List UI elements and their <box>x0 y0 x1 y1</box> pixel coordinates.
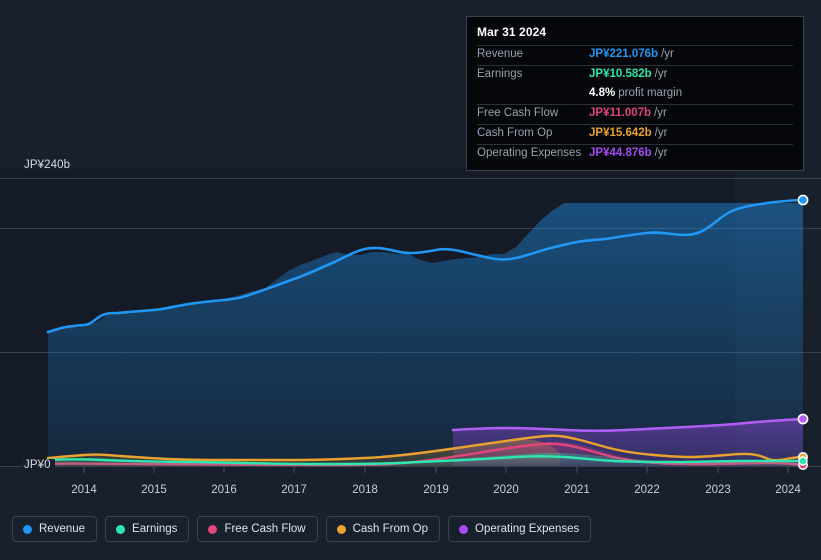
legend-dot-revenue-icon <box>23 524 32 534</box>
tooltip-row-operating-expenses: Operating Expenses JP¥44.876b /yr <box>477 144 793 164</box>
legend-dot-earnings-icon <box>116 524 126 534</box>
endpoint-operating-expenses <box>797 413 809 425</box>
legend-item-earnings[interactable]: Earnings <box>105 516 190 542</box>
tooltip-value-free-cash-flow: JP¥11.007b <box>589 107 652 119</box>
tooltip-value-cash-from-op: JP¥15.642b <box>589 127 652 139</box>
tooltip-value-operating-expenses: JP¥44.876b <box>589 147 652 159</box>
x-tick-2017: 2017 <box>281 484 307 496</box>
x-tick-2019: 2019 <box>423 484 449 496</box>
legend-item-operating-expenses[interactable]: Operating Expenses <box>448 516 592 542</box>
tooltip-row-cash-from-op: Cash From Op JP¥15.642b /yr <box>477 124 793 144</box>
endpoint-earnings <box>798 456 808 466</box>
x-tick-2015: 2015 <box>141 484 167 496</box>
endpoint-revenue <box>797 194 809 206</box>
y-axis-label-top: JP¥240b <box>22 159 75 171</box>
tooltip-value-profit-margin: 4.8% <box>589 87 616 99</box>
tooltip-value-earnings: JP¥10.582b <box>589 68 652 80</box>
x-tick-2021: 2021 <box>564 484 590 496</box>
tooltip-unit-earnings: /yr <box>654 68 668 80</box>
tooltip-key-cash-from-op: Cash From Op <box>477 127 553 139</box>
tooltip-row-earnings: Earnings JP¥10.582b /yr <box>477 65 793 85</box>
tooltip-label-profit-margin: profit margin <box>618 87 683 99</box>
legend-label-free-cash-flow: Free Cash Flow <box>224 523 306 535</box>
tooltip-unit-operating-expenses: /yr <box>654 147 668 159</box>
tooltip-key-revenue: Revenue <box>477 48 524 60</box>
chart-page: JP¥240b JP¥0 2014 2015 2016 2017 2018 20… <box>0 0 821 560</box>
x-tick-2024: 2024 <box>775 484 801 496</box>
chart-tooltip: Mar 31 2024 Revenue JP¥221.076b /yr Earn… <box>466 16 804 171</box>
legend-label-operating-expenses: Operating Expenses <box>475 523 580 535</box>
legend-item-free-cash-flow[interactable]: Free Cash Flow <box>197 516 318 542</box>
tooltip-key-operating-expenses: Operating Expenses <box>477 147 582 159</box>
tooltip-key-earnings: Earnings <box>477 68 523 80</box>
chart-legend: Revenue Earnings Free Cash Flow Cash Fro… <box>12 516 592 542</box>
legend-label-cash-from-op: Cash From Op <box>352 523 429 535</box>
tooltip-unit-free-cash-flow: /yr <box>654 107 667 119</box>
x-tick-2018: 2018 <box>352 484 378 496</box>
tooltip-row-profit-margin: 4.8% profit margin <box>477 85 793 104</box>
tooltip-unit-cash-from-op: /yr <box>654 127 668 139</box>
y-axis-label-zero: JP¥0 <box>22 459 55 471</box>
legend-dot-cash-from-op-icon <box>336 524 346 534</box>
x-tick-2022: 2022 <box>634 484 660 496</box>
x-tick-2016: 2016 <box>211 484 237 496</box>
tooltip-key-free-cash-flow: Free Cash Flow <box>477 107 559 119</box>
legend-label-revenue: Revenue <box>39 523 86 535</box>
tooltip-row-free-cash-flow: Free Cash Flow JP¥11.007b /yr <box>477 104 793 124</box>
legend-label-earnings: Earnings <box>132 523 178 535</box>
tooltip-value-revenue: JP¥221.076b <box>589 48 659 60</box>
legend-dot-free-cash-flow-icon <box>208 524 218 534</box>
legend-dot-operating-expenses-icon <box>459 524 469 534</box>
legend-item-revenue[interactable]: Revenue <box>12 516 98 542</box>
legend-item-cash-from-op[interactable]: Cash From Op <box>325 516 441 542</box>
x-tick-2023: 2023 <box>705 484 731 496</box>
x-tick-2014: 2014 <box>71 484 97 496</box>
tooltip-unit-revenue: /yr <box>661 48 674 60</box>
tooltip-row-revenue: Revenue JP¥221.076b /yr <box>477 45 793 65</box>
tooltip-date: Mar 31 2024 <box>477 25 547 39</box>
x-axis: 2014 2015 2016 2017 2018 2019 2020 2021 … <box>0 484 821 502</box>
x-tick-2020: 2020 <box>493 484 519 496</box>
